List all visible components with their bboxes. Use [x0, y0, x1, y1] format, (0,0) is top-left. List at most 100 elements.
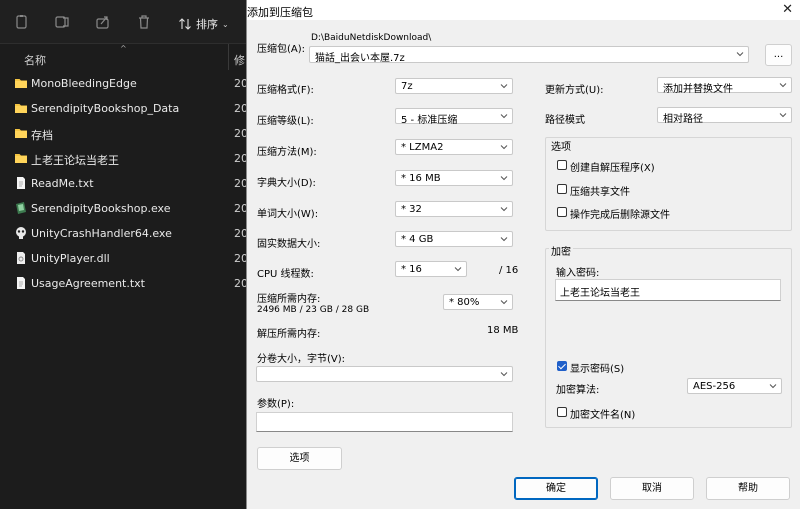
file-row[interactable]: ReadMe.txt 20	[0, 172, 248, 196]
file-name: UnityCrashHandler64.exe	[31, 227, 172, 240]
file-name: SerendipityBookshop.exe	[31, 202, 171, 215]
sfx-checkbox[interactable]	[557, 160, 567, 170]
archive-name-combo[interactable]: 猫話_出会い本屋.7z	[309, 46, 749, 64]
dialog-titlebar[interactable]: 添加到压缩包 ✕	[247, 0, 800, 20]
column-modified-header[interactable]: 修	[234, 52, 245, 68]
format-value: 7z	[401, 81, 413, 92]
file-name: 上老王论坛当老王	[31, 154, 119, 167]
sort-button[interactable]: 排序 ⌄	[178, 16, 229, 32]
solid-block-label: 固实数据大小:	[257, 239, 321, 250]
path-mode-label: 路径模式	[545, 115, 585, 126]
archive-name-value: 猫話_出会い本屋.7z	[315, 53, 405, 64]
browse-button[interactable]: ...	[765, 44, 792, 66]
show-password-label[interactable]: 显示密码(S)	[570, 360, 624, 375]
text-file-icon	[14, 276, 28, 290]
split-volume-combo[interactable]	[256, 366, 513, 382]
encryption-method-value: AES-256	[693, 381, 736, 392]
memory-percent-select[interactable]: * 80%	[443, 294, 513, 310]
method-select[interactable]: * LZMA2	[395, 139, 513, 155]
chevron-down-icon	[769, 382, 777, 390]
delete-after-checkbox[interactable]	[557, 207, 567, 217]
file-row[interactable]: 存档 20	[0, 122, 248, 146]
options-button[interactable]: 选项	[257, 447, 342, 470]
dictionary-label: 字典大小(D):	[257, 178, 316, 189]
file-explorer: 排序 ⌄ 名称 修 ^ MonoBleedingEdge 20 Serendipit…	[0, 0, 248, 509]
folder-icon	[14, 101, 28, 115]
sort-label: 排序	[196, 18, 218, 31]
chevron-down-icon[interactable]	[500, 370, 508, 378]
help-button[interactable]: 帮助	[706, 477, 790, 500]
shared-files-checkbox[interactable]	[557, 184, 567, 194]
chevron-down-icon	[454, 265, 462, 273]
delete-after-label[interactable]: 操作完成后删除源文件	[570, 206, 670, 221]
sort-caret-icon: ^	[120, 44, 127, 53]
cancel-button[interactable]: 取消	[610, 477, 694, 500]
column-divider[interactable]	[228, 44, 229, 70]
file-row[interactable]: SerendipityBookshop_Data 20	[0, 97, 248, 121]
close-icon[interactable]: ✕	[782, 2, 793, 17]
archive-directory: D:\BaiduNetdiskDownload\	[311, 33, 432, 43]
sfx-label[interactable]: 创建自解压程序(X)	[570, 159, 655, 174]
parameters-input[interactable]	[256, 412, 513, 432]
dictionary-select[interactable]: * 16 MB	[395, 170, 513, 186]
encryption-method-select[interactable]: AES-256	[687, 378, 782, 394]
file-row[interactable]: UnityCrashHandler64.exe 20	[0, 222, 248, 246]
format-label: 压缩格式(F):	[257, 85, 314, 96]
threads-select[interactable]: * 16	[395, 261, 467, 277]
chevron-down-icon	[500, 112, 508, 120]
chevron-down-icon	[500, 143, 508, 151]
word-size-select[interactable]: * 32	[395, 201, 513, 217]
format-select[interactable]: 7z	[395, 78, 513, 94]
unity-exe-icon	[14, 226, 28, 240]
file-row[interactable]: MonoBleedingEdge 20	[0, 72, 248, 96]
file-row[interactable]: SerendipityBookshop.exe 20	[0, 197, 248, 221]
password-value: 上老王论坛当老王	[560, 288, 640, 299]
file-name: 存档	[31, 129, 53, 142]
path-mode-value: 相对路径	[663, 114, 703, 125]
explorer-toolbar: 排序 ⌄	[0, 0, 246, 44]
file-row[interactable]: 上老王论坛当老王 20	[0, 147, 248, 171]
archive-label: 压缩包(A):	[257, 44, 306, 55]
copy-icon[interactable]	[14, 14, 30, 30]
threads-value: * 16	[401, 264, 422, 275]
encrypt-names-checkbox[interactable]	[557, 407, 567, 417]
chevron-down-icon	[500, 235, 508, 243]
chevron-down-icon	[500, 82, 508, 90]
level-select[interactable]: 5 - 标准压缩	[395, 108, 513, 126]
file-row[interactable]: UsageAgreement.txt 20	[0, 272, 248, 296]
encrypt-names-label[interactable]: 加密文件名(N)	[570, 406, 635, 421]
solid-block-select[interactable]: * 4 GB	[395, 231, 513, 247]
file-row[interactable]: UnityPlayer.dll 20	[0, 247, 248, 271]
split-volume-label: 分卷大小，字节(V):	[257, 354, 346, 365]
chevron-down-icon[interactable]	[736, 50, 744, 58]
dictionary-value: * 16 MB	[401, 173, 441, 184]
password-label: 输入密码:	[556, 268, 600, 279]
show-password-checkbox[interactable]	[557, 361, 567, 371]
memory-percent-value: * 80%	[449, 297, 480, 308]
memory-decompress-label: 解压所需内存:	[257, 329, 321, 340]
chevron-down-icon	[779, 111, 787, 119]
column-name-header[interactable]: 名称	[24, 52, 46, 68]
shared-files-label[interactable]: 压缩共享文件	[570, 183, 630, 198]
dll-file-icon	[14, 251, 28, 265]
share-icon[interactable]	[95, 14, 111, 30]
update-mode-select[interactable]: 添加并替换文件	[657, 77, 792, 95]
file-name: ReadMe.txt	[31, 177, 94, 190]
threads-total: / 16	[499, 265, 519, 276]
chevron-down-icon	[500, 298, 508, 306]
chevron-down-icon	[500, 205, 508, 213]
file-name: UnityPlayer.dll	[31, 252, 110, 265]
options-group-title: 选项	[549, 138, 573, 153]
password-input[interactable]: 上老王论坛当老王	[555, 279, 781, 301]
word-size-value: * 32	[401, 204, 422, 215]
word-size-label: 单词大小(W):	[257, 209, 319, 220]
rename-icon[interactable]	[54, 14, 70, 30]
app-exe-icon	[14, 201, 28, 215]
ok-button[interactable]: 确定	[514, 477, 598, 500]
folder-icon	[14, 151, 28, 165]
path-mode-select[interactable]: 相对路径	[657, 107, 792, 125]
file-name: UsageAgreement.txt	[31, 277, 145, 290]
folder-icon	[14, 76, 28, 90]
delete-icon[interactable]	[136, 14, 152, 30]
solid-block-value: * 4 GB	[401, 234, 434, 245]
